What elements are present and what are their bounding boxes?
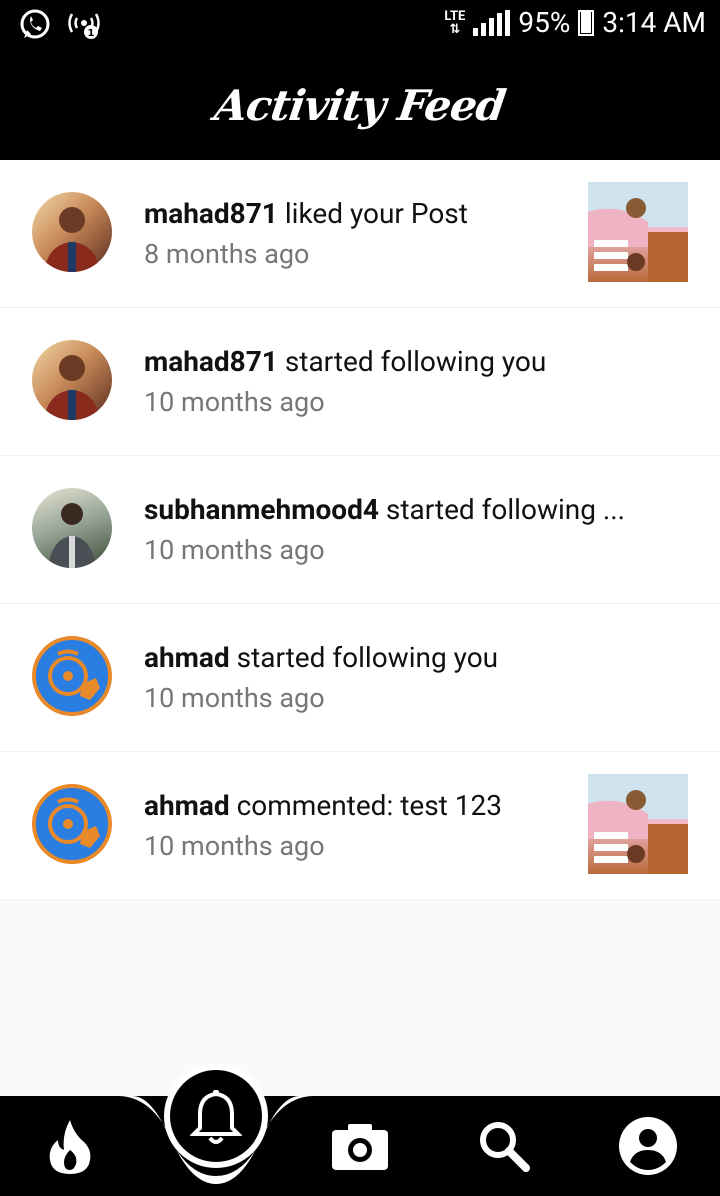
camera-icon bbox=[332, 1124, 388, 1170]
app-bar: Activity Feed bbox=[0, 50, 720, 160]
person-photo-icon bbox=[44, 207, 100, 272]
status-bar: 1 LTE ⇅ 95% 3:14 AM bbox=[0, 0, 720, 50]
username[interactable]: mahad871 bbox=[144, 197, 278, 230]
timestamp: 10 months ago bbox=[144, 386, 325, 418]
username[interactable]: ahmad bbox=[144, 789, 230, 822]
avatar[interactable] bbox=[32, 488, 112, 568]
action-text: started following you bbox=[236, 641, 499, 674]
post-thumbnail[interactable] bbox=[588, 182, 688, 282]
bell-icon bbox=[190, 1090, 242, 1144]
whatsapp-icon bbox=[20, 9, 50, 39]
avatar[interactable] bbox=[32, 784, 112, 864]
flame-icon bbox=[49, 1120, 91, 1174]
avatar[interactable] bbox=[32, 340, 112, 420]
timestamp: 10 months ago bbox=[144, 682, 325, 714]
vinyl-disc-icon bbox=[48, 797, 100, 848]
post-thumbnail[interactable] bbox=[588, 774, 688, 874]
profile-icon bbox=[619, 1117, 677, 1175]
action-text: commented: test 123 bbox=[236, 789, 502, 822]
page-title: Activity Feed bbox=[211, 80, 509, 130]
battery-percent: 95% bbox=[518, 6, 571, 39]
post-image-icon bbox=[588, 774, 688, 874]
feed-item-text: ahmad started following you 10 months ag… bbox=[144, 640, 680, 716]
feed-item-message: subhanmehmood4 started following ... bbox=[144, 492, 680, 528]
action-text: started following you bbox=[284, 345, 547, 378]
bottom-navigation bbox=[0, 1064, 720, 1196]
clock: 3:14 AM bbox=[602, 6, 706, 39]
signal-icon bbox=[473, 9, 511, 36]
username[interactable]: mahad871 bbox=[144, 345, 278, 378]
feed-item[interactable]: ahmad commented: test 123 10 months ago bbox=[0, 752, 720, 900]
status-left-icons: 1 bbox=[18, 8, 102, 42]
feed-item[interactable]: mahad871 liked your Post 8 months ago bbox=[0, 160, 720, 308]
activity-feed: mahad871 liked your Post 8 months ago ma… bbox=[0, 160, 720, 900]
person-photo-icon bbox=[48, 503, 96, 568]
feed-item-message: mahad871 started following you bbox=[144, 344, 680, 380]
search-icon bbox=[480, 1122, 530, 1172]
nav-feed[interactable] bbox=[32, 1108, 108, 1184]
username[interactable]: ahmad bbox=[144, 641, 230, 674]
username[interactable]: subhanmehmood4 bbox=[144, 493, 379, 526]
feed-item[interactable]: ahmad started following you 10 months ag… bbox=[0, 604, 720, 752]
action-text: started following ... bbox=[385, 493, 626, 526]
post-image-icon bbox=[588, 182, 688, 282]
nav-activity-active[interactable] bbox=[164, 1064, 268, 1168]
timestamp: 10 months ago bbox=[144, 534, 325, 566]
feed-item-message: ahmad started following you bbox=[144, 640, 680, 676]
vinyl-disc-icon bbox=[48, 649, 100, 700]
feed-item-text: mahad871 started following you 10 months… bbox=[144, 344, 680, 420]
nav-profile[interactable] bbox=[610, 1108, 686, 1184]
action-text: liked your Post bbox=[284, 197, 468, 230]
person-photo-icon bbox=[44, 355, 100, 420]
avatar[interactable] bbox=[32, 636, 112, 716]
svg-text:1: 1 bbox=[88, 28, 95, 39]
feed-item[interactable]: subhanmehmood4 started following ... 10 … bbox=[0, 456, 720, 604]
nav-search[interactable] bbox=[466, 1108, 542, 1184]
battery-icon bbox=[578, 9, 595, 36]
status-right-icons: LTE ⇅ 95% 3:14 AM bbox=[444, 6, 706, 39]
nav-camera[interactable] bbox=[322, 1108, 398, 1184]
avatar[interactable] bbox=[32, 192, 112, 272]
lte-indicator: LTE ⇅ bbox=[444, 8, 466, 37]
feed-item-text: subhanmehmood4 started following ... 10 … bbox=[144, 492, 680, 568]
feed-item[interactable]: mahad871 started following you 10 months… bbox=[0, 308, 720, 456]
hotspot-icon: 1 bbox=[68, 13, 100, 39]
